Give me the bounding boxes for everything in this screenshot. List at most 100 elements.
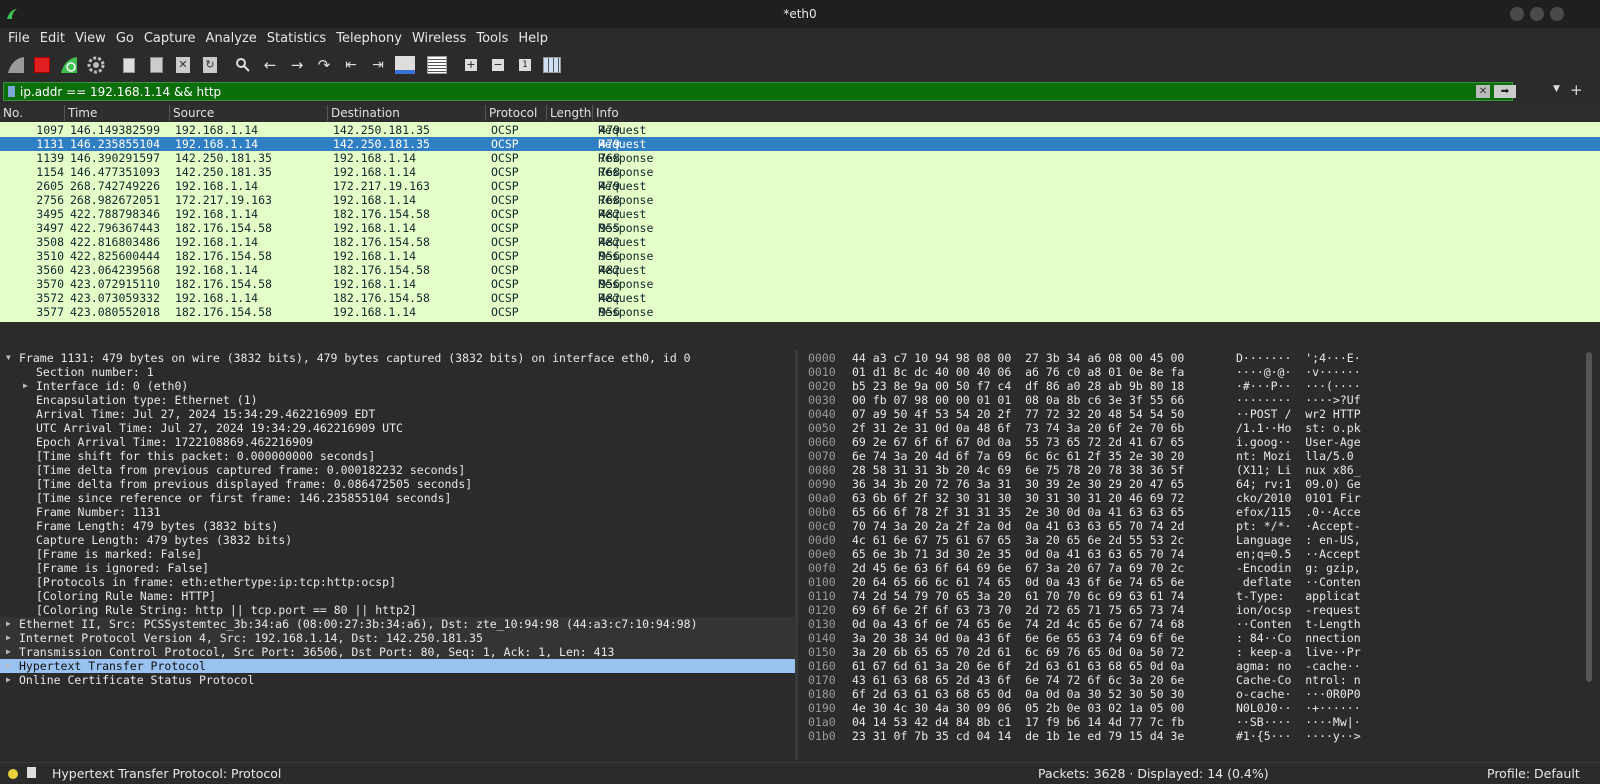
column-header-no[interactable]: No. [3, 106, 23, 120]
hex-row[interactable]: 0170 43 61 63 68 65 2d 43 6f 6e 74 72 6f … [798, 673, 1588, 687]
packet-row[interactable]: 3508 422.816803486 192.168.1.14 182.176.154… [0, 235, 1600, 249]
maximize-button[interactable] [1530, 7, 1544, 21]
add-filter-button-plus-icon[interactable]: + [1570, 81, 1583, 99]
find-packet-icon[interactable] [232, 54, 254, 76]
hex-row[interactable]: 00c0 70 74 3a 20 2a 2f 2a 0d 0a 41 63 63 … [798, 519, 1588, 533]
detail-tree-item[interactable]: Section number: 1 [0, 365, 795, 379]
zoom-out-icon[interactable]: − [487, 54, 509, 76]
expand-chevron-down-icon[interactable]: ▼ [6, 351, 11, 365]
open-file-icon[interactable] [118, 54, 140, 76]
packet-row[interactable]: 1097 146.149382599 192.168.1.14 142.250.181… [0, 123, 1600, 137]
go-forward-arrow-icon[interactable]: → [286, 54, 308, 76]
hex-row[interactable]: 0010 01 d1 8c dc 40 00 40 06 a6 76 c0 a8 … [798, 365, 1588, 379]
pane-splitter[interactable] [0, 323, 1600, 348]
restart-capture-icon[interactable] [58, 54, 80, 76]
resize-columns-icon[interactable] [541, 54, 563, 76]
detail-tree-item[interactable]: ▶ Hypertext Transfer Protocol [0, 659, 795, 673]
hex-row[interactable]: 00e0 65 6e 3b 71 3d 30 2e 35 0d 0a 41 63 … [798, 547, 1588, 561]
detail-tree-item[interactable]: ▼ Frame 1131: 479 bytes on wire (3832 bit… [0, 351, 795, 365]
hex-row[interactable]: 0180 6f 2d 63 61 63 68 65 0d 0a 0d 0a 30 … [798, 687, 1588, 701]
packet-row[interactable]: 1139 146.390291597 142.250.181.35 192.168.1… [0, 151, 1600, 165]
menu-capture[interactable]: Capture [139, 28, 201, 50]
hex-row[interactable]: 0020 b5 23 8e 9a 00 50 f7 c4 df 86 a0 28 … [798, 379, 1588, 393]
packet-row[interactable]: 3570 423.072915110 182.176.154.58 192.168.1… [0, 277, 1600, 291]
hex-row[interactable]: 0130 0d 0a 43 6f 6e 74 65 6e 74 2d 4c 65 … [798, 617, 1588, 631]
expand-chevron-right-icon[interactable]: ▶ [6, 617, 11, 631]
capture-comment-icon[interactable] [27, 767, 36, 778]
expert-info-icon[interactable] [8, 769, 18, 779]
menu-file[interactable]: File [3, 28, 35, 50]
zoom-in-icon[interactable]: + [460, 54, 482, 76]
column-header-length[interactable]: Length [550, 106, 591, 120]
hex-row[interactable]: 0000 44 a3 c7 10 94 98 08 00 27 3b 34 a6 … [798, 351, 1588, 365]
go-last-packet-icon[interactable]: ⇥ [367, 54, 389, 76]
menu-telephony[interactable]: Telephony [331, 28, 407, 50]
menu-help[interactable]: Help [513, 28, 553, 50]
minimize-button[interactable] [1510, 7, 1524, 21]
packet-row[interactable]: 2756 268.982672051 172.217.19.163 192.168.1… [0, 193, 1600, 207]
auto-scroll-icon[interactable] [394, 54, 416, 76]
menu-tools[interactable]: Tools [471, 28, 513, 50]
hex-row[interactable]: 00d0 4c 61 6e 67 75 61 67 65 3a 20 65 6e … [798, 533, 1588, 547]
detail-tree-item[interactable]: ▶ Online Certificate Status Protocol [0, 673, 795, 687]
detail-tree-item[interactable]: ▶ Interface id: 0 (eth0) [0, 379, 795, 393]
hex-row[interactable]: 00f0 2d 45 6e 63 6f 64 69 6e 67 3a 20 67 … [798, 561, 1588, 575]
hex-row[interactable]: 0080 28 58 31 31 3b 20 4c 69 6e 75 78 20 … [798, 463, 1588, 477]
close-file-icon[interactable]: ✕ [172, 54, 194, 76]
hex-row[interactable]: 0060 69 2e 67 6f 6f 67 0d 0a 55 73 65 72 … [798, 435, 1588, 449]
menu-statistics[interactable]: Statistics [262, 28, 331, 50]
packet-row[interactable]: 3497 422.796367443 182.176.154.58 192.168.1… [0, 221, 1600, 235]
detail-tree-item[interactable]: Capture Length: 479 bytes (3832 bits) [0, 533, 795, 547]
column-header-time[interactable]: Time [68, 106, 97, 120]
detail-tree-item[interactable]: Frame Number: 1131 [0, 505, 795, 519]
detail-tree-item[interactable]: [Time delta from previous captured frame… [0, 463, 795, 477]
menu-wireless[interactable]: Wireless [407, 28, 471, 50]
hex-row[interactable]: 00a0 63 6b 6f 2f 32 30 31 30 30 31 30 31 … [798, 491, 1588, 505]
menu-analyze[interactable]: Analyze [201, 28, 262, 50]
capture-options-gear-icon[interactable] [85, 54, 107, 76]
colorize-icon[interactable] [426, 54, 448, 76]
expand-chevron-right-icon[interactable]: ▶ [6, 631, 11, 645]
packet-row[interactable]: 1131 146.235855104 192.168.1.14 142.250.181… [0, 137, 1600, 151]
column-header-info[interactable]: Info [596, 106, 619, 120]
expand-chevron-right-icon[interactable]: ▶ [6, 645, 11, 659]
hex-row[interactable]: 0050 2f 31 2e 31 0d 0a 48 6f 73 74 3a 20 … [798, 421, 1588, 435]
packet-row[interactable]: 3577 423.080552018 182.176.154.58 192.168.1… [0, 305, 1600, 319]
hex-row[interactable]: 0190 4e 30 4c 30 4a 30 09 06 05 2b 0e 03 … [798, 701, 1588, 715]
hex-row[interactable]: 01b0 23 31 0f 7b 35 cd 04 14 de 1b 1e ed … [798, 729, 1588, 743]
hex-row[interactable]: 0040 07 a9 50 4f 53 54 20 2f 77 72 32 20 … [798, 407, 1588, 421]
go-first-packet-icon[interactable]: ⇤ [340, 54, 362, 76]
packet-list[interactable]: 1097 146.149382599 192.168.1.14 142.250.181… [0, 122, 1600, 322]
detail-tree-item[interactable]: [Frame is ignored: False] [0, 561, 795, 575]
bookmark-icon[interactable] [8, 86, 15, 97]
close-button[interactable] [1550, 7, 1564, 21]
column-header-protocol[interactable]: Protocol [489, 106, 537, 120]
filter-history-chevron-down-icon[interactable]: ▼ [1553, 84, 1560, 94]
normal-size-icon[interactable]: 1 [514, 54, 536, 76]
detail-tree-item[interactable]: [Protocols in frame: eth:ethertype:ip:tc… [0, 575, 795, 589]
detail-tree-item[interactable]: ▶ Ethernet II, Src: PCSSystemtec_3b:34:a6… [0, 617, 795, 631]
hex-row[interactable]: 0100 20 64 65 66 6c 61 74 65 0d 0a 43 6f … [798, 575, 1588, 589]
expand-chevron-right-icon[interactable]: ▶ [23, 379, 28, 393]
detail-tree-item[interactable]: [Coloring Rule String: http || tcp.port … [0, 603, 795, 617]
packet-details-tree[interactable]: ▼ Frame 1131: 479 bytes on wire (3832 bit… [0, 350, 795, 760]
hex-row[interactable]: 0070 6e 74 3a 20 4d 6f 7a 69 6c 6c 61 2f … [798, 449, 1588, 463]
column-header-destination[interactable]: Destination [331, 106, 400, 120]
save-file-icon[interactable] [145, 54, 167, 76]
column-header-source[interactable]: Source [173, 106, 214, 120]
hex-row[interactable]: 0090 36 34 3b 20 72 76 3a 31 30 39 2e 30 … [798, 477, 1588, 491]
detail-tree-item[interactable]: [Time since reference or first frame: 14… [0, 491, 795, 505]
detail-tree-item[interactable]: Encapsulation type: Ethernet (1) [0, 393, 795, 407]
hex-row[interactable]: 0140 3a 20 38 34 0d 0a 43 6f 6e 6e 65 63 … [798, 631, 1588, 645]
hex-row[interactable]: 0150 3a 20 6b 65 65 70 2d 61 6c 69 76 65 … [798, 645, 1588, 659]
hex-row[interactable]: 00b0 65 66 6f 78 2f 31 31 35 2e 30 0d 0a … [798, 505, 1588, 519]
packet-row[interactable]: 3495 422.788798346 192.168.1.14 182.176.154… [0, 207, 1600, 221]
hex-row[interactable]: 0030 00 fb 07 98 00 00 01 01 08 0a 8b c6 … [798, 393, 1588, 407]
detail-tree-item[interactable]: ▶ Internet Protocol Version 4, Src: 192.1… [0, 631, 795, 645]
hex-row[interactable]: 01a0 04 14 53 42 d4 84 8b c1 17 f9 b6 14 … [798, 715, 1588, 729]
expand-chevron-right-icon[interactable]: ▶ [6, 673, 11, 687]
detail-tree-item[interactable]: [Time shift for this packet: 0.000000000… [0, 449, 795, 463]
packet-row[interactable]: 2605 268.742749226 192.168.1.14 172.217.19.… [0, 179, 1600, 193]
clear-filter-icon[interactable]: ✕ [1476, 85, 1490, 98]
detail-tree-item[interactable]: UTC Arrival Time: Jul 27, 2024 19:34:29.… [0, 421, 795, 435]
